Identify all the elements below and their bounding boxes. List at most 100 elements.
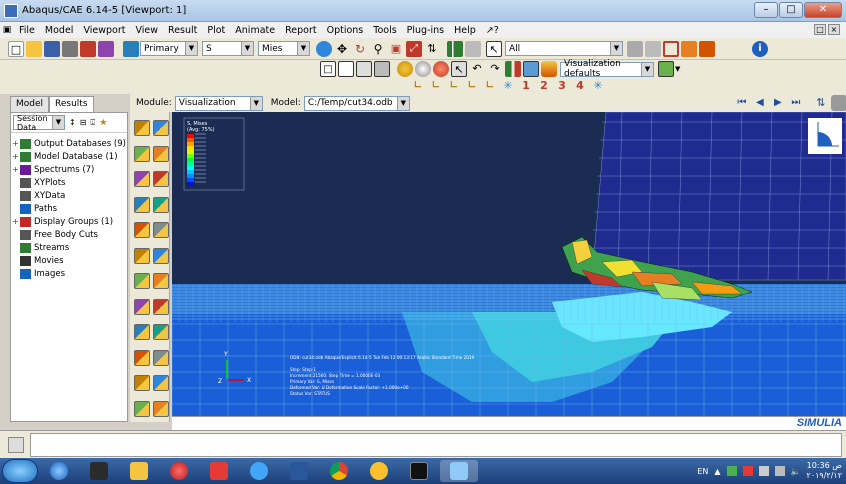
signal-icon[interactable] bbox=[774, 466, 785, 476]
movie-icon[interactable] bbox=[153, 400, 169, 417]
undeformed-icon[interactable] bbox=[134, 145, 150, 162]
tree-item[interactable]: + Spectrums (7) bbox=[11, 163, 127, 176]
session-data-select[interactable]: Session Data ▼ bbox=[13, 114, 65, 132]
volume-icon[interactable]: 🔈 bbox=[791, 467, 801, 476]
tray-expand-icon[interactable]: ▲ bbox=[714, 467, 720, 476]
select-elements-icon[interactable] bbox=[699, 40, 715, 57]
db-icon[interactable] bbox=[80, 40, 96, 57]
module-select[interactable]: Visualization ▼ bbox=[174, 95, 263, 111]
menu-result[interactable]: Result bbox=[163, 25, 202, 36]
query-point-icon[interactable] bbox=[134, 196, 150, 213]
path-plot-icon[interactable] bbox=[153, 324, 169, 340]
chevron-down-icon[interactable]: ▼ bbox=[675, 65, 680, 73]
sweep-icon[interactable] bbox=[134, 247, 150, 264]
selection-filter-select[interactable]: All ▼ bbox=[505, 41, 623, 56]
menu-viewport[interactable]: Viewport bbox=[78, 25, 130, 36]
render-icon[interactable] bbox=[153, 349, 169, 366]
mdi-restore-button[interactable]: □ bbox=[814, 24, 826, 35]
grid-view-icon[interactable] bbox=[153, 273, 169, 289]
render-wire-icon[interactable]: □ bbox=[320, 61, 336, 77]
view-yx-icon[interactable]: ∟ bbox=[446, 78, 462, 94]
tree-item[interactable]: Free Body Cuts bbox=[11, 228, 127, 241]
display-group-icon[interactable] bbox=[153, 375, 169, 391]
menu-help[interactable]: Help bbox=[449, 25, 481, 36]
expand-icon[interactable]: + bbox=[11, 217, 20, 226]
taskbar-cmd[interactable] bbox=[400, 460, 438, 482]
menu-file[interactable]: File bbox=[14, 25, 40, 36]
menu-report[interactable]: Report bbox=[280, 25, 322, 36]
taskbar-abaqus[interactable] bbox=[440, 460, 478, 482]
prev-frame-icon[interactable]: ◀ bbox=[752, 95, 768, 111]
cursor-icon[interactable]: ↖ bbox=[451, 61, 467, 77]
sort-arrows-icon[interactable]: ↕ bbox=[69, 118, 76, 127]
select-copy-icon[interactable] bbox=[645, 40, 661, 57]
save-icon[interactable] bbox=[44, 40, 60, 57]
free-body-icon[interactable] bbox=[134, 400, 150, 417]
tree-item[interactable]: Streams bbox=[11, 241, 127, 254]
battery-icon[interactable] bbox=[758, 466, 769, 476]
highlight-icon[interactable]: ★ bbox=[99, 118, 107, 128]
taskbar-app-blue[interactable] bbox=[240, 460, 278, 482]
frame-2-button[interactable]: 2 bbox=[536, 78, 552, 94]
triad-icon[interactable] bbox=[134, 273, 150, 289]
expand-icon[interactable]: + bbox=[11, 139, 20, 148]
fit-icon[interactable]: ⤢ bbox=[406, 40, 422, 57]
security-icon[interactable] bbox=[742, 466, 753, 476]
cut-view-icon[interactable] bbox=[134, 222, 150, 238]
table-icon[interactable] bbox=[523, 61, 539, 77]
close-button[interactable]: ✕ bbox=[804, 2, 842, 18]
maximize-button[interactable]: □ bbox=[779, 2, 803, 18]
perspective-icon[interactable] bbox=[397, 61, 413, 77]
layer-icon[interactable] bbox=[658, 61, 674, 77]
tree-item[interactable]: Paths bbox=[11, 202, 127, 215]
bar-icon[interactable] bbox=[505, 61, 521, 77]
view-3d-icon[interactable]: ✳ bbox=[590, 78, 606, 94]
tree-item[interactable]: + Display Groups (1) bbox=[11, 215, 127, 228]
open-folder-icon[interactable] bbox=[26, 40, 42, 57]
taskbar-explorer[interactable] bbox=[120, 460, 158, 482]
zoom-box-icon[interactable]: ▣ bbox=[388, 41, 404, 57]
frame-3-button[interactable]: 3 bbox=[554, 78, 570, 94]
select-box-icon[interactable] bbox=[663, 40, 679, 57]
menu-options[interactable]: Options bbox=[322, 25, 369, 36]
context-help-icon[interactable]: ↗? bbox=[481, 25, 504, 36]
animate-icon[interactable]: ⇅ bbox=[813, 95, 829, 111]
last-frame-icon[interactable]: ⏭ bbox=[788, 95, 804, 111]
render-shaded-icon[interactable] bbox=[374, 61, 390, 77]
pan-icon[interactable]: ✥ bbox=[334, 41, 350, 57]
layout-icon[interactable] bbox=[134, 375, 150, 391]
play-icon[interactable]: ▶ bbox=[770, 95, 786, 111]
symbol-icon[interactable] bbox=[153, 145, 169, 162]
ply-icon[interactable] bbox=[153, 171, 169, 187]
tab-model[interactable]: Model bbox=[10, 96, 50, 112]
step-icon[interactable] bbox=[123, 40, 139, 57]
table-view-icon[interactable] bbox=[153, 298, 169, 315]
extrude-icon[interactable] bbox=[153, 247, 169, 264]
printer-icon[interactable] bbox=[465, 40, 481, 57]
view-xz-icon[interactable]: ∟ bbox=[428, 78, 444, 94]
model-select[interactable]: C:/Temp/cut34.odb ▼ bbox=[303, 95, 410, 111]
view-defaults-select[interactable]: Visualization defaults ▼ bbox=[560, 59, 654, 79]
select-nodes-icon[interactable] bbox=[681, 40, 697, 57]
expand-icon[interactable]: + bbox=[11, 165, 20, 174]
message-area-icon[interactable] bbox=[8, 437, 24, 453]
menu-model[interactable]: Model bbox=[40, 25, 79, 36]
network-icon[interactable] bbox=[726, 466, 737, 476]
invariant-select[interactable]: Mies ▼ bbox=[258, 41, 310, 56]
lighting-icon[interactable] bbox=[415, 61, 431, 77]
taskbar-word[interactable] bbox=[280, 460, 318, 482]
taskbar-ie[interactable] bbox=[40, 460, 78, 482]
message-output[interactable] bbox=[30, 433, 842, 457]
material-icon[interactable] bbox=[134, 171, 150, 187]
menu-tools[interactable]: Tools bbox=[368, 25, 401, 36]
menu-animate[interactable]: Animate bbox=[230, 25, 280, 36]
tree-item[interactable]: XYPlots bbox=[11, 176, 127, 189]
tree-item[interactable]: Movies bbox=[11, 254, 127, 267]
tab-results[interactable]: Results bbox=[49, 96, 94, 112]
step-select[interactable]: Primary ▼ bbox=[140, 41, 198, 56]
view-yz-icon[interactable]: ∟ bbox=[464, 78, 480, 94]
menu-plot[interactable]: Plot bbox=[202, 25, 230, 36]
view-zx-icon[interactable]: ∟ bbox=[482, 78, 498, 94]
info-icon[interactable]: i bbox=[752, 40, 768, 57]
camera-icon[interactable] bbox=[830, 95, 846, 111]
